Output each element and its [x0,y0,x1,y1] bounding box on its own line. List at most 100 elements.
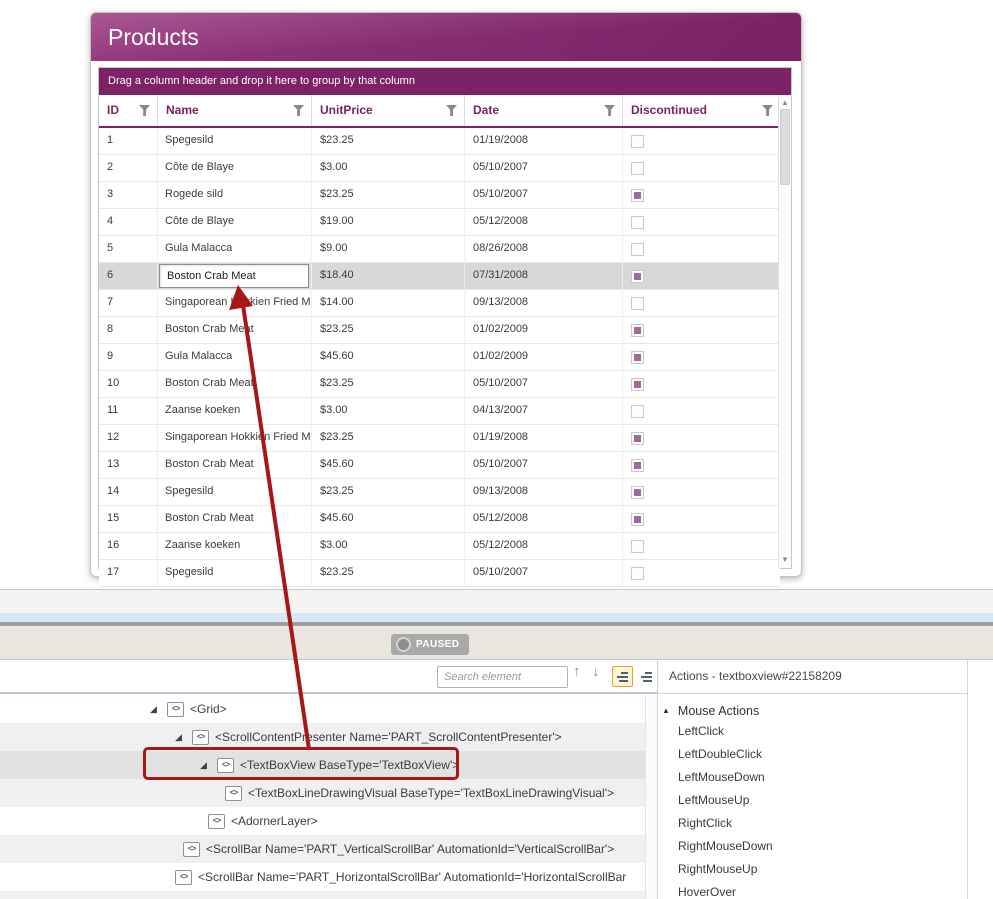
tree-node[interactable]: ◢ <> <ScrollBar Name='PART_HorizontalScr… [0,863,645,891]
cell-name: Gula Malacca [158,236,312,262]
product-name: Spegesild [165,134,214,146]
grid-vertical-scrollbar[interactable]: ▲ ▼ [778,95,791,568]
column-header-date[interactable]: Date [465,95,623,126]
table-row[interactable]: 3 Rogede sild $23.25 05/10/2007 [99,182,780,209]
discontinued-checkbox[interactable] [631,323,644,337]
cell-discontinued [623,317,780,343]
table-row[interactable]: 9 Gula Malacca $45.60 01/02/2009 [99,344,780,371]
table-row[interactable]: 14 Spegesild $23.25 09/13/2008 [99,479,780,506]
name-editor-input[interactable]: Boston Crab Meat [159,264,309,288]
product-name: Côte de Blaye [165,161,235,173]
discontinued-checkbox[interactable] [631,404,644,418]
cell-discontinued [623,263,780,289]
tree-node[interactable]: ◢ <> <AdornerLayer> [0,807,645,835]
cell-date: 05/10/2007 [465,452,623,478]
table-row[interactable]: 4 Côte de Blaye $19.00 05/12/2008 [99,209,780,236]
column-header-discontinued[interactable]: Discontinued [623,95,780,126]
next-match-icon[interactable]: ↓ [592,663,600,680]
search-input[interactable] [437,666,568,688]
table-row[interactable]: 6 Boston Crab Meat Boston Crab Meat $18.… [99,263,780,290]
table-row[interactable]: 17 Spegesild $23.25 05/10/2007 [99,560,780,587]
divider [967,660,968,899]
column-header-name[interactable]: Name [158,95,312,126]
discontinued-checkbox[interactable] [631,215,644,229]
discontinued-checkbox[interactable] [631,539,644,553]
discontinued-checkbox[interactable] [631,296,644,310]
expander-icon[interactable]: ◢ [150,695,167,723]
scroll-down-icon[interactable]: ▼ [779,554,791,566]
previous-match-icon[interactable]: ↑ [573,663,581,680]
treeview-mode-button[interactable] [612,666,633,687]
cell-unitprice: $19.00 [312,209,465,235]
action-item[interactable]: LeftDoubleClick [658,743,967,766]
action-item[interactable]: LeftClick [658,720,967,743]
discontinued-checkbox[interactable] [631,188,644,202]
action-item[interactable]: LeftMouseUp [658,789,967,812]
filter-funnel-icon[interactable] [604,105,615,116]
cell-id: 4 [99,209,158,235]
action-item[interactable]: RightMouseDown [658,835,967,858]
discontinued-checkbox[interactable] [631,485,644,499]
tree-node[interactable]: ◢ <> <TextBoxView BaseType='TextBoxView'… [0,751,645,779]
action-item[interactable]: RightMouseUp [658,858,967,881]
element-tag-icon: <> [183,841,200,857]
cell-id: 8 [99,317,158,343]
table-row[interactable]: 8 Boston Crab Meat $23.25 01/02/2009 [99,317,780,344]
tree-node[interactable]: ◢ <> <ScrollBar Name='PART_VerticalScrol… [0,835,645,863]
action-item[interactable]: LeftMouseDown [658,766,967,789]
discontinued-checkbox[interactable] [631,512,644,526]
tree-scrollbar[interactable] [645,695,657,899]
tree-node-label: <Grid> [190,702,227,716]
collapse-icon[interactable]: ▲ [662,702,670,720]
table-row[interactable]: 5 Gula Malacca $9.00 08/26/2008 [99,236,780,263]
products-datagrid: Drag a column header and drop it here to… [98,67,792,587]
column-header-unitprice[interactable]: UnitPrice [312,95,465,126]
cell-unitprice: $23.25 [312,371,465,397]
filter-funnel-icon[interactable] [293,105,304,116]
discontinued-checkbox[interactable] [631,350,644,364]
expander-icon[interactable]: ◢ [200,751,217,779]
table-row[interactable]: 13 Boston Crab Meat $45.60 05/10/2007 [99,452,780,479]
mouse-actions-group[interactable]: ▲ Mouse Actions [658,702,967,720]
cell-discontinued [623,398,780,424]
discontinued-checkbox[interactable] [631,242,644,256]
cell-date: 05/10/2007 [465,155,623,181]
table-row[interactable]: 11 Zaanse koeken $3.00 04/13/2007 [99,398,780,425]
table-row[interactable]: 1 Spegesild $23.25 01/19/2008 [99,128,780,155]
discontinued-checkbox[interactable] [631,377,644,391]
tree-node[interactable]: ◢ <> <ScrollContentPresenter Name='PART_… [0,723,645,751]
action-item[interactable]: HoverOver [658,881,967,899]
column-header-id[interactable]: ID [99,95,158,126]
table-row[interactable]: 2 Côte de Blaye $3.00 05/10/2007 [99,155,780,182]
grid-rows: 1 Spegesild $23.25 01/19/2008 2 Côte de … [99,128,780,587]
discontinued-checkbox[interactable] [631,134,644,148]
discontinued-checkbox[interactable] [631,566,644,580]
scrollbar-thumb[interactable] [780,109,790,185]
cell-date: 05/10/2007 [465,371,623,397]
filter-funnel-icon[interactable] [139,105,150,116]
discontinued-checkbox[interactable] [631,431,644,445]
table-row[interactable]: 10 Boston Crab Meat $23.25 05/10/2007 [99,371,780,398]
cell-discontinued [623,452,780,478]
listview-mode-button[interactable] [637,666,658,687]
cell-name: Spegesild [158,128,312,154]
filter-funnel-icon[interactable] [446,105,457,116]
table-row[interactable]: 15 Boston Crab Meat $45.60 05/12/2008 [99,506,780,533]
table-row[interactable]: 12 Singaporean Hokkien Fried Mee $23.25 … [99,425,780,452]
action-item[interactable]: RightClick [658,812,967,835]
tree-node[interactable]: ◢ <> <TextBoxLineDrawingVisual BaseType=… [0,779,645,807]
tree-node[interactable]: ◢ <> <Grid> [0,695,645,723]
filter-funnel-icon[interactable] [762,105,773,116]
cell-name: Zaanse koeken [158,533,312,559]
discontinued-checkbox[interactable] [631,458,644,472]
cell-discontinued [623,479,780,505]
table-row[interactable]: 16 Zaanse koeken $3.00 05/12/2008 [99,533,780,560]
group-by-panel[interactable]: Drag a column header and drop it here to… [99,68,791,95]
product-name: Boston Crab Meat [165,458,254,470]
cell-discontinued [623,506,780,532]
discontinued-checkbox[interactable] [631,161,644,175]
expander-icon[interactable]: ◢ [175,723,192,751]
table-row[interactable]: 7 Singaporean Hokkien Fried Mee $14.00 0… [99,290,780,317]
discontinued-checkbox[interactable] [631,269,644,283]
scroll-up-icon[interactable]: ▲ [779,97,791,109]
